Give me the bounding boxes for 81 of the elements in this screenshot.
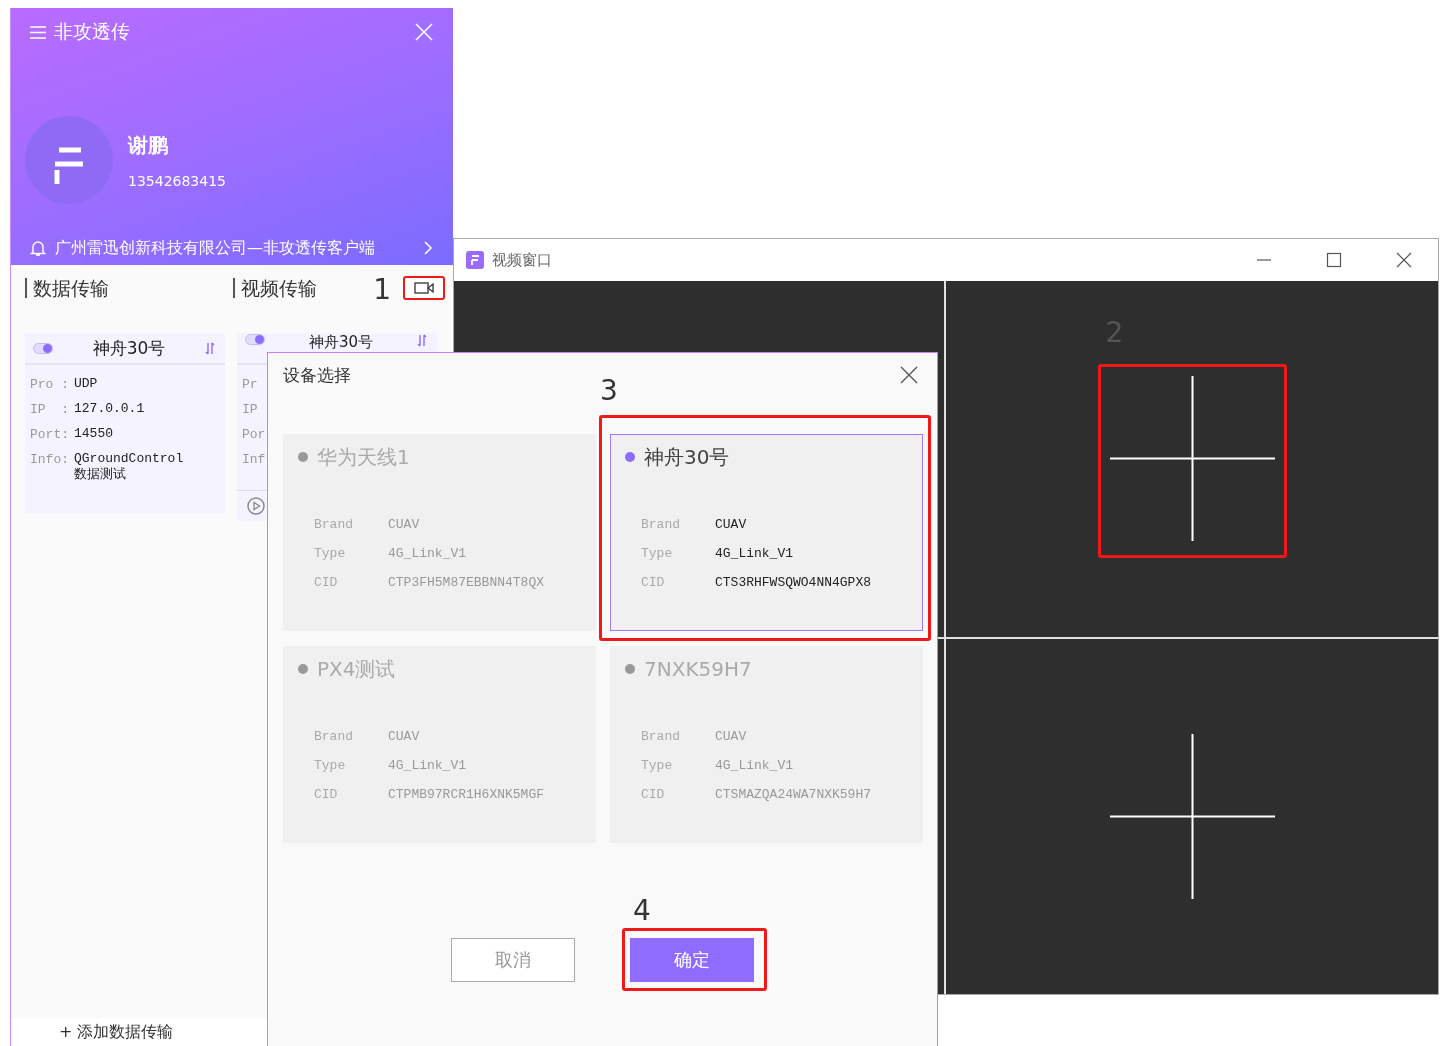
- window-title: 视频窗口: [492, 250, 552, 270]
- field-value: 4G_Link_V1: [388, 757, 467, 775]
- status-dot: [298, 452, 308, 462]
- field-value: CUAV: [388, 516, 421, 534]
- field-label: Type: [641, 545, 674, 563]
- bell-icon: [29, 239, 47, 257]
- device-card[interactable]: 华为天线1 Brand CUAV Type 4G_Link_V1 CID CTP3FH5M87EBBNN4T8QX: [283, 434, 596, 631]
- device-card[interactable]: 7NXK59H7 Brand CUAV Type 4G_Link_V1 CID CTSMAZQA24WA7NXK59H7: [610, 646, 923, 843]
- field-value: UDP: [74, 375, 99, 393]
- field-value: CUAV: [388, 728, 421, 746]
- field-label: IP :: [30, 401, 70, 419]
- field-label: CID: [641, 786, 666, 804]
- tab[interactable]: 数据传输: [25, 277, 233, 298]
- toggle-switch[interactable]: [245, 334, 265, 345]
- step-number: 3: [600, 376, 618, 406]
- field-label: Type: [314, 545, 347, 563]
- field-value: 14550: [74, 425, 114, 443]
- confirm-button[interactable]: 确定: [630, 938, 754, 982]
- field-label: Brand: [314, 516, 354, 534]
- device-name: PX4测试: [317, 655, 396, 683]
- crosshair-plus-icon[interactable]: [1109, 733, 1275, 899]
- field-value: 127.0.0.1: [74, 400, 146, 418]
- notice-text[interactable]: 广州雷迅创新科技有限公司—非攻透传客户端: [55, 237, 375, 259]
- field-label: Brand: [641, 728, 681, 746]
- tab[interactable]: 视频传输: [233, 277, 317, 298]
- field-value: QGroundControl数据测试: [74, 450, 185, 483]
- sort-arrows-icon[interactable]: [205, 341, 215, 355]
- field-label: Port:: [30, 426, 70, 444]
- step-number: 1: [373, 274, 391, 305]
- status-dot: [625, 664, 635, 674]
- menu-icon[interactable]: [29, 24, 47, 40]
- field-label: Inf: [242, 451, 267, 469]
- device-card[interactable]: 神舟30号 Brand CUAV Type 4G_Link_V1 CID CTS3RHFWSQWO4NN4GPX8: [610, 434, 923, 631]
- field-label: Type: [641, 757, 674, 775]
- field-value: CTS3RHFWSQWO4NN4GPX8: [715, 574, 873, 592]
- dialog-title: 设备选择: [283, 363, 351, 387]
- card-title: 神舟30号: [307, 334, 375, 350]
- play-icon[interactable]: [247, 497, 265, 515]
- cancel-button[interactable]: 取消: [451, 938, 575, 982]
- field-label: CID: [314, 574, 339, 592]
- field-label: Type: [314, 757, 347, 775]
- field-label: CID: [641, 574, 666, 592]
- field-value: CUAV: [715, 516, 748, 534]
- device-name: 神舟30号: [644, 443, 730, 471]
- app-logo-icon: [466, 251, 484, 269]
- close-icon[interactable]: [900, 366, 918, 384]
- video-camera-button[interactable]: [403, 275, 445, 300]
- sort-arrows-icon[interactable]: [417, 334, 427, 347]
- card-title: 神舟30号: [91, 336, 167, 360]
- field-label: Pr: [242, 376, 259, 394]
- field-value: 4G_Link_V1: [388, 545, 467, 563]
- device-name: 7NXK59H7: [644, 657, 752, 681]
- step-number: 4: [633, 896, 651, 926]
- field-label: Por: [242, 426, 267, 444]
- user-phone: 13542683415: [128, 172, 226, 189]
- status-dot: [625, 452, 635, 462]
- chevron-right-icon[interactable]: [423, 240, 433, 256]
- toggle-switch[interactable]: [33, 342, 53, 354]
- field-value: 4G_Link_V1: [715, 757, 794, 775]
- device-card[interactable]: PX4测试 Brand CUAV Type 4G_Link_V1 CID CTPMB97RCR1H6XNK5MGF: [283, 646, 596, 843]
- field-value: CTPMB97RCR1H6XNK5MGF: [388, 786, 546, 804]
- field-label: CID: [314, 786, 339, 804]
- video-camera-icon: [414, 281, 434, 294]
- status-dot: [298, 664, 308, 674]
- field-value: CTP3FH5M87EBBNN4T8QX: [388, 574, 546, 592]
- field-value: CTSMAZQA24WA7NXK59H7: [715, 786, 873, 804]
- device-name: 华为天线1: [317, 443, 410, 471]
- close-icon[interactable]: [1396, 252, 1412, 268]
- field-label: Brand: [641, 516, 681, 534]
- video-cell[interactable]: [946, 638, 1438, 994]
- field-label: IP: [242, 401, 259, 419]
- field-label: Pro :: [30, 376, 70, 394]
- app-title: 非攻透传: [54, 19, 130, 44]
- avatar-logo-icon: [25, 116, 113, 204]
- maximize-icon[interactable]: [1326, 252, 1342, 268]
- crosshair-plus-icon[interactable]: [1109, 376, 1275, 542]
- field-value: CUAV: [715, 728, 748, 746]
- field-label: Info:: [30, 451, 70, 469]
- field-label: Brand: [314, 728, 354, 746]
- field-value: 4G_Link_V1: [715, 545, 794, 563]
- user-name: 谢鹏: [128, 131, 169, 159]
